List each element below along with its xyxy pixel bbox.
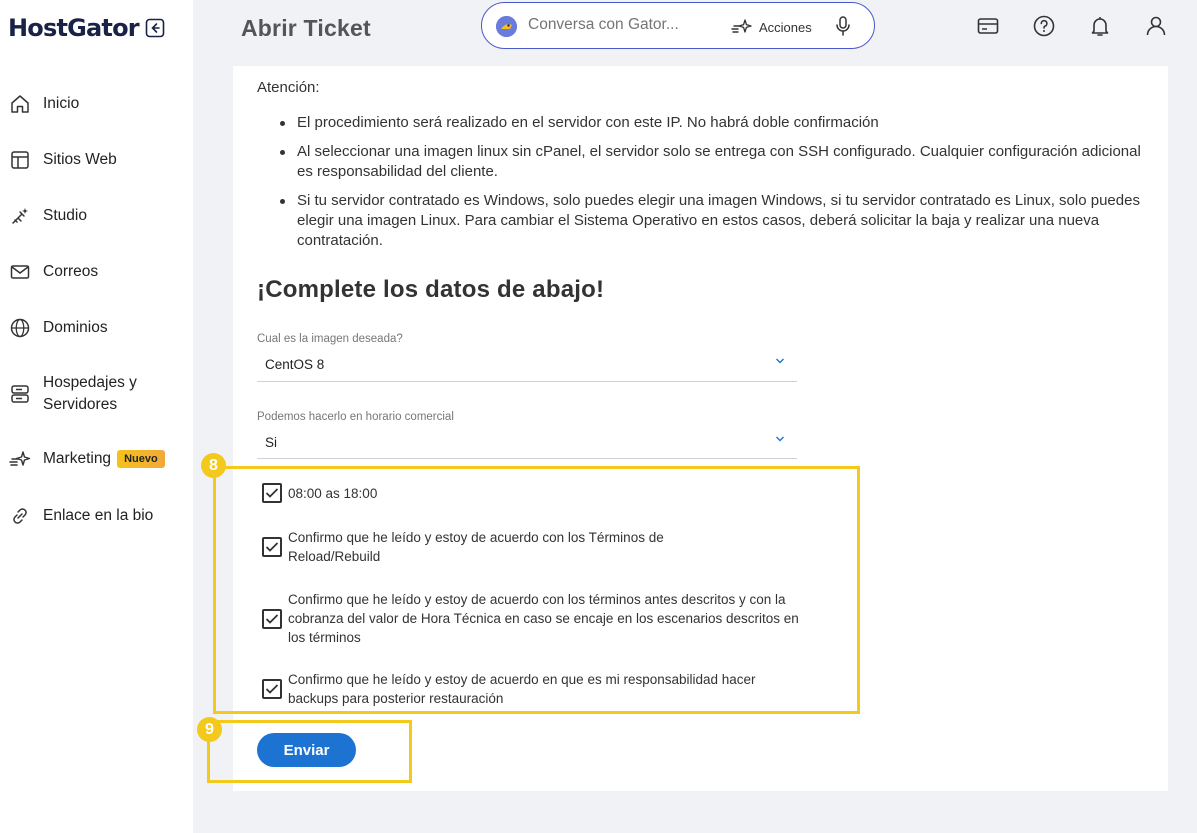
- gator-avatar-icon: [496, 16, 517, 37]
- layout-icon: [8, 148, 32, 172]
- actions-button[interactable]: Acciones: [731, 17, 812, 37]
- attention-list: El procedimiento será realizado en el se…: [277, 113, 1147, 260]
- logo[interactable]: HostGator: [8, 14, 165, 42]
- globe-icon: [8, 316, 32, 340]
- image-select-label: Cual es la imagen deseada?: [257, 333, 403, 345]
- sidebar-item-label: Enlace en la bio: [43, 507, 154, 524]
- user-profile-icon[interactable]: [1144, 14, 1168, 38]
- collapse-sidebar-icon[interactable]: [145, 18, 165, 38]
- sidebar-item-enlace-bio[interactable]: Enlace en la bio: [8, 504, 153, 528]
- sparkle-arrow-icon: [8, 447, 32, 471]
- step-badge-9: 9: [197, 717, 222, 742]
- sidebar-item-label: Marketing: [43, 450, 112, 467]
- step-badge-8: 8: [201, 453, 226, 478]
- chevron-down-icon: [775, 435, 785, 443]
- gator-chat-input[interactable]: [528, 16, 698, 34]
- image-select-value: CentOS 8: [265, 357, 325, 372]
- home-icon: [8, 92, 32, 116]
- sidebar-item-studio[interactable]: Studio: [8, 204, 87, 228]
- sidebar: HostGator Inicio Sitios Web Studio Corre…: [0, 0, 193, 833]
- section-title: ¡Complete los datos de abajo!: [257, 276, 605, 303]
- chevron-down-icon: [775, 357, 785, 365]
- magic-brush-icon: [8, 204, 32, 228]
- logo-text: HostGator: [8, 14, 140, 42]
- sidebar-item-correos[interactable]: Correos: [8, 260, 98, 284]
- highlight-box-step-8: [213, 466, 860, 714]
- page-title: Abrir Ticket: [241, 15, 371, 41]
- help-icon[interactable]: [1032, 14, 1056, 38]
- sidebar-item-label: Correos: [43, 263, 99, 280]
- billing-card-icon[interactable]: [976, 14, 1000, 38]
- sparkle-arrow-icon: [731, 17, 753, 37]
- image-select[interactable]: Cual es la imagen deseada? CentOS 8: [257, 333, 797, 382]
- list-item: Al seleccionar una imagen linux sin cPan…: [277, 142, 1147, 182]
- notifications-bell-icon[interactable]: [1088, 14, 1112, 38]
- actions-label: Acciones: [759, 19, 812, 35]
- sidebar-item-label: Dominios: [43, 319, 108, 336]
- sidebar-item-label: Hospedajes y Servidores: [43, 374, 137, 413]
- microphone-icon[interactable]: [834, 15, 852, 37]
- sidebar-item-label: Inicio: [43, 95, 80, 112]
- attention-heading: Atención:: [257, 79, 320, 96]
- list-item: Si tu servidor contratado es Windows, so…: [277, 191, 1147, 251]
- server-icon: [8, 382, 32, 406]
- sidebar-item-label: Sitios Web: [43, 151, 117, 168]
- sidebar-item-label: Studio: [43, 207, 87, 224]
- business-hours-label: Podemos hacerlo en horario comercial: [257, 411, 454, 423]
- link-icon: [8, 504, 32, 528]
- sidebar-item-marketing[interactable]: Marketing Nuevo: [8, 447, 165, 471]
- submit-button[interactable]: Enviar: [257, 733, 356, 767]
- top-header: Abrir Ticket Acciones: [193, 0, 1197, 56]
- gator-chat-bar[interactable]: Acciones: [481, 2, 875, 49]
- new-badge: Nuevo: [117, 450, 165, 468]
- sidebar-item-dominios[interactable]: Dominios: [8, 316, 108, 340]
- business-hours-select[interactable]: Podemos hacerlo en horario comercial Si: [257, 411, 797, 459]
- list-item: El procedimiento será realizado en el se…: [277, 113, 1147, 133]
- sidebar-item-inicio[interactable]: Inicio: [8, 92, 79, 116]
- sidebar-item-sitios-web[interactable]: Sitios Web: [8, 148, 117, 172]
- business-hours-value: Si: [265, 435, 278, 450]
- sidebar-item-hospedajes[interactable]: Hospedajes y Servidores: [8, 372, 163, 416]
- mail-icon: [8, 260, 32, 284]
